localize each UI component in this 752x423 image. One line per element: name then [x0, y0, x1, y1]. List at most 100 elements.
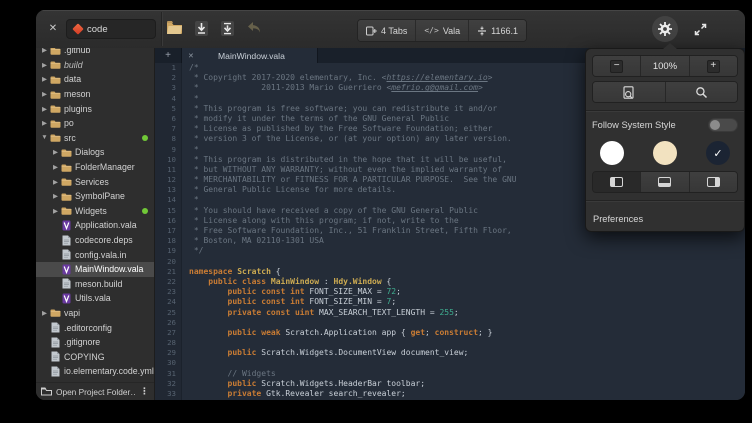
chevron-right-icon[interactable]: ▶ [51, 163, 60, 171]
tabs-overview-button[interactable]: 4 Tabs [358, 20, 416, 41]
tree-item-label: meson.build [75, 279, 154, 289]
chevron-right-icon[interactable]: ▶ [40, 61, 49, 69]
tree-item-config-vala-in[interactable]: config.vala.in [36, 247, 154, 262]
tree-item-application-vala[interactable]: Application.vala [36, 218, 154, 233]
sidebar-menu-button[interactable]: ⋮ [140, 386, 149, 397]
window-close-button[interactable]: ✕ [46, 22, 60, 36]
tree-item-vapi[interactable]: ▶vapi [36, 306, 154, 321]
line-number: 3 [155, 83, 182, 93]
folder-icon [60, 163, 72, 172]
text-file-icon [62, 278, 71, 289]
chevron-right-icon[interactable]: ▶ [40, 48, 49, 54]
chevron-right-icon[interactable]: ▶ [51, 148, 60, 156]
project-chooser-button[interactable]: code [66, 19, 156, 39]
save-button[interactable] [194, 20, 209, 37]
tree-item-dialogs[interactable]: ▶Dialogs [36, 145, 154, 160]
open-file-button[interactable] [166, 20, 183, 35]
find-button[interactable] [666, 82, 738, 102]
code-line-text [182, 257, 189, 267]
toggle-sidebar-button[interactable] [593, 172, 641, 192]
code-line: 25 private const uint MAX_SEARCH_TEXT_LE… [155, 308, 745, 318]
line-number: 17 [155, 226, 182, 236]
tree-item-mainwindow-vala[interactable]: MainWindow.vala [36, 262, 154, 277]
zoom-level-button[interactable]: 100% [641, 56, 689, 76]
tab-close-icon[interactable]: ✕ [182, 52, 200, 60]
folder-icon [60, 177, 72, 186]
line-number: 5 [155, 104, 182, 114]
folder-icon [49, 119, 61, 128]
code-line-text: * You should have received a copy of the… [182, 206, 478, 216]
chevron-right-icon[interactable]: ▶ [40, 119, 49, 127]
save-as-button[interactable] [220, 20, 235, 37]
tree-item--github[interactable]: ▶.github [36, 48, 154, 58]
chevron-right-icon[interactable]: ▶ [51, 207, 60, 215]
dark-scheme-button[interactable]: ✓ [706, 141, 730, 165]
chevron-right-icon[interactable]: ▶ [51, 178, 60, 186]
chevron-right-icon[interactable]: ▶ [40, 75, 49, 83]
tree-item-build[interactable]: ▶build [36, 58, 154, 73]
sepia-scheme-button[interactable] [653, 141, 677, 165]
preferences-menu-item[interactable]: Preferences [586, 208, 744, 231]
toggle-outline-button[interactable] [690, 172, 737, 192]
code-line-text [182, 338, 189, 348]
tree-item-src[interactable]: ▼src [36, 131, 154, 146]
chevron-right-icon[interactable]: ▶ [51, 192, 60, 200]
line-number: 2 [155, 73, 182, 83]
tree-item--gitignore[interactable]: .gitignore [36, 335, 154, 350]
toggle-terminal-button[interactable] [641, 172, 689, 192]
tree-item-widgets[interactable]: ▶ Widgets [36, 204, 154, 219]
tree-item-symbolpane[interactable]: ▶SymbolPane [36, 189, 154, 204]
chevron-down-icon[interactable]: ▼ [40, 134, 49, 141]
color-scheme-row: ✓ [586, 132, 744, 171]
code-line-text: * modify it under the terms of the GNU G… [182, 114, 449, 124]
tab-mainwindow[interactable]: ✕ MainWindow.vala [181, 48, 318, 63]
chevron-right-icon[interactable]: ▶ [40, 309, 49, 317]
folder-icon [60, 206, 72, 215]
settings-menu-button[interactable] [652, 16, 678, 42]
tree-item-services[interactable]: ▶Services [36, 174, 154, 189]
light-scheme-button[interactable] [600, 141, 624, 165]
tree-item-label: FolderManager [75, 162, 154, 172]
code-line-text: * This program is distributed in the hop… [182, 155, 507, 165]
find-in-project-button[interactable] [593, 82, 666, 102]
tree-item-foldermanager[interactable]: ▶ FolderManager [36, 160, 154, 175]
folder-icon [50, 90, 61, 99]
chevron-right-icon[interactable]: ▶ [40, 90, 49, 98]
fullscreen-button[interactable] [691, 20, 709, 38]
search-icon [695, 86, 708, 99]
line-number: 24 [155, 297, 182, 307]
tree-item-data[interactable]: ▶ data [36, 72, 154, 87]
tree-item-io-elementary-code-yml[interactable]: io.elementary.code.yml [36, 364, 154, 379]
tree-item-utils-vala[interactable]: Utils.vala [36, 291, 154, 306]
tree-item-copying[interactable]: COPYING [36, 349, 154, 364]
tree-item-label: data [64, 74, 154, 84]
zoom-out-button[interactable]: − [593, 56, 641, 76]
tree-item-meson[interactable]: ▶meson [36, 87, 154, 102]
settings-popover: − 100% + [585, 48, 745, 232]
tree-item-label: codecore.deps [75, 235, 154, 245]
tree-item-meson-build[interactable]: meson.build [36, 277, 154, 292]
code-line: 18 * Boston, MA 02110-1301 USA [155, 236, 745, 246]
code-line: 33 private Gtk.Revealer search_revealer; [155, 389, 745, 399]
vala-icon [60, 264, 72, 275]
open-project-folder-button[interactable]: Open Project Folder… ⋮ [36, 382, 154, 400]
file-tree: ▶.github▶build▶data▶meson▶plugins▶po▼src… [36, 48, 154, 382]
tree-item--editorconfig[interactable]: .editorconfig [36, 320, 154, 335]
tree-item-plugins[interactable]: ▶plugins [36, 101, 154, 116]
language-selector-button[interactable]: </> Vala [416, 20, 469, 41]
zoom-in-button[interactable]: + [690, 56, 737, 76]
code-line-text [182, 358, 189, 368]
tree-item-label: Widgets [75, 206, 142, 216]
goto-line-button[interactable]: 1166.1 [469, 20, 526, 41]
follow-system-style-switch[interactable] [708, 118, 738, 132]
line-number: 31 [155, 369, 182, 379]
tree-item-po[interactable]: ▶po [36, 116, 154, 131]
new-tab-button[interactable]: + [155, 48, 181, 63]
code-line-text: public const int FONT_SIZE_MIN = 7; [182, 297, 396, 307]
tree-item-codecore-deps[interactable]: codecore.deps [36, 233, 154, 248]
code-line: 32 public Scratch.Widgets.HeaderBar tool… [155, 379, 745, 389]
line-number: 16 [155, 216, 182, 226]
chevron-right-icon[interactable]: ▶ [40, 105, 49, 113]
popover-separator [586, 110, 744, 111]
code-line-text: public Scratch.Widgets.DocumentView docu… [182, 348, 468, 358]
